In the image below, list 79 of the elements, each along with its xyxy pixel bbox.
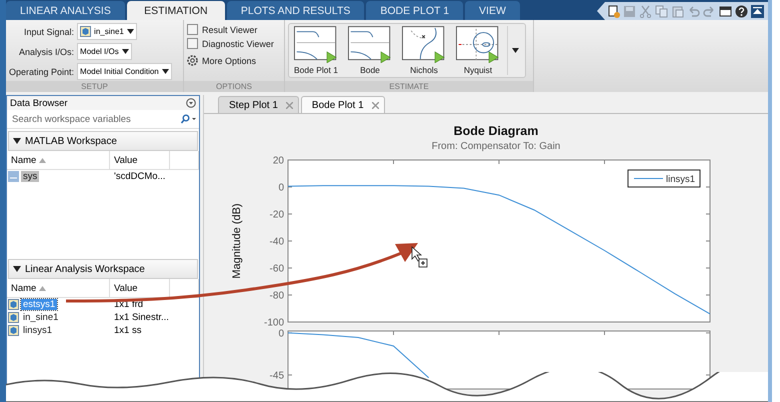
column-header[interactable]: Value — [110, 151, 170, 169]
column-header[interactable]: Name — [7, 279, 110, 297]
chart-title: Bode Diagram — [454, 124, 538, 138]
workspace-section-header[interactable]: MATLAB Workspace — [8, 131, 198, 151]
ribbon-tab[interactable]: BODE PLOT 1 — [366, 1, 464, 20]
caret-icon — [162, 69, 169, 74]
gallery-item[interactable]: Nyquist — [453, 26, 503, 75]
y-tick-label: -45 — [270, 370, 284, 382]
window-layout-icon[interactable] — [719, 4, 732, 18]
document-tab[interactable]: Bode Plot 1 — [300, 96, 385, 113]
checkbox[interactable]: Diagnostic Viewer — [187, 38, 274, 49]
model-variable-icon — [8, 299, 19, 310]
y-axis-label: Magnitude (dB) — [231, 203, 243, 279]
variable-name[interactable]: in_sine1 — [21, 312, 60, 323]
section-label: SETUP — [6, 81, 183, 92]
ribbon-tab[interactable]: VIEW — [465, 1, 520, 20]
document-tab[interactable]: Step Plot 1 — [218, 96, 299, 113]
variable-value: 'scdDCMo... — [113, 171, 166, 182]
nichols-plot-thumbnail-icon — [402, 26, 446, 63]
panel-menu-icon[interactable] — [186, 98, 196, 108]
new-session-icon[interactable] — [607, 4, 620, 18]
chart-subtitle: From: Compensator To: Gain — [432, 141, 560, 152]
field-label: Analysis I/Os: — [18, 46, 74, 56]
model-variable-icon — [80, 26, 92, 37]
close-icon[interactable] — [372, 102, 379, 108]
y-tick-label: -80 — [270, 290, 284, 302]
y-tick-label: -60 — [270, 264, 284, 274]
help-icon[interactable] — [735, 4, 748, 18]
checkbox[interactable]: Result Viewer — [187, 24, 274, 35]
y-tick-label: 0 — [278, 182, 284, 194]
gallery-item[interactable]: Nichols — [399, 26, 449, 75]
gallery-item[interactable]: Bode Plot 1 — [291, 26, 341, 75]
model-variable-icon — [8, 325, 19, 336]
column-header[interactable]: Value — [110, 279, 170, 297]
checkbox-box[interactable] — [187, 38, 198, 49]
variable-value: 1x1 Sinestr... — [113, 312, 170, 323]
gallery-item[interactable]: Bode — [345, 26, 395, 75]
field-label: Operating Point: — [9, 66, 74, 76]
dropdown-field[interactable]: in_sine1 — [77, 23, 137, 40]
bode-plot-thumbnail-icon — [348, 26, 392, 63]
sort-icon — [39, 158, 46, 162]
ribbon-tab[interactable]: LINEAR ANALYSIS — [6, 1, 125, 20]
legend-label: linsys1 — [666, 174, 696, 185]
workspace-section-header[interactable]: Linear Analysis Workspace — [8, 259, 198, 279]
collapse-icon[interactable] — [751, 4, 764, 18]
y-tick-label: -40 — [270, 236, 284, 248]
chart-legend: linsys1 — [628, 170, 700, 188]
sort-icon — [39, 286, 46, 290]
caret-icon — [122, 49, 129, 54]
y-tick-label: 0 — [278, 328, 284, 340]
y-tick-label: -20 — [270, 210, 284, 220]
ribbon-tab[interactable]: ESTIMATION — [126, 1, 225, 20]
search-icon — [180, 114, 196, 124]
caret-icon — [512, 48, 519, 53]
model-variable-icon — [8, 312, 19, 323]
dropdown-field[interactable]: Model Initial Condition — [77, 63, 172, 80]
cursor-icon — [412, 246, 428, 268]
caret-icon — [13, 266, 21, 272]
search-field[interactable]: Search workspace variables — [10, 112, 180, 126]
caret-icon — [13, 138, 21, 144]
column-header[interactable]: Name — [7, 151, 110, 169]
more-options-button[interactable]: More Options — [187, 55, 274, 66]
variable-name[interactable]: sys — [21, 171, 40, 182]
gear-icon — [187, 55, 198, 66]
variable-value: 1x1 ss — [113, 325, 142, 336]
dropdown-field[interactable]: Model I/Os — [77, 43, 132, 60]
bode-plot-thumbnail-icon — [294, 26, 338, 63]
field-label: Input Signal: — [23, 26, 74, 36]
y-tick-label: 20 — [272, 156, 284, 166]
nyquist-plot-thumbnail-icon — [456, 26, 500, 63]
ribbon-tab[interactable]: PLOTS AND RESULTS — [226, 1, 364, 20]
section-label: ESTIMATE — [285, 81, 533, 92]
section-label: OPTIONS — [184, 81, 284, 92]
close-icon[interactable] — [286, 102, 293, 108]
panel-title: Data Browser — [10, 98, 68, 108]
variable-name[interactable]: linsys1 — [21, 325, 54, 336]
checkbox-box[interactable] — [187, 24, 198, 35]
y-tick-label: -100 — [264, 318, 284, 327]
caret-icon — [126, 29, 134, 34]
